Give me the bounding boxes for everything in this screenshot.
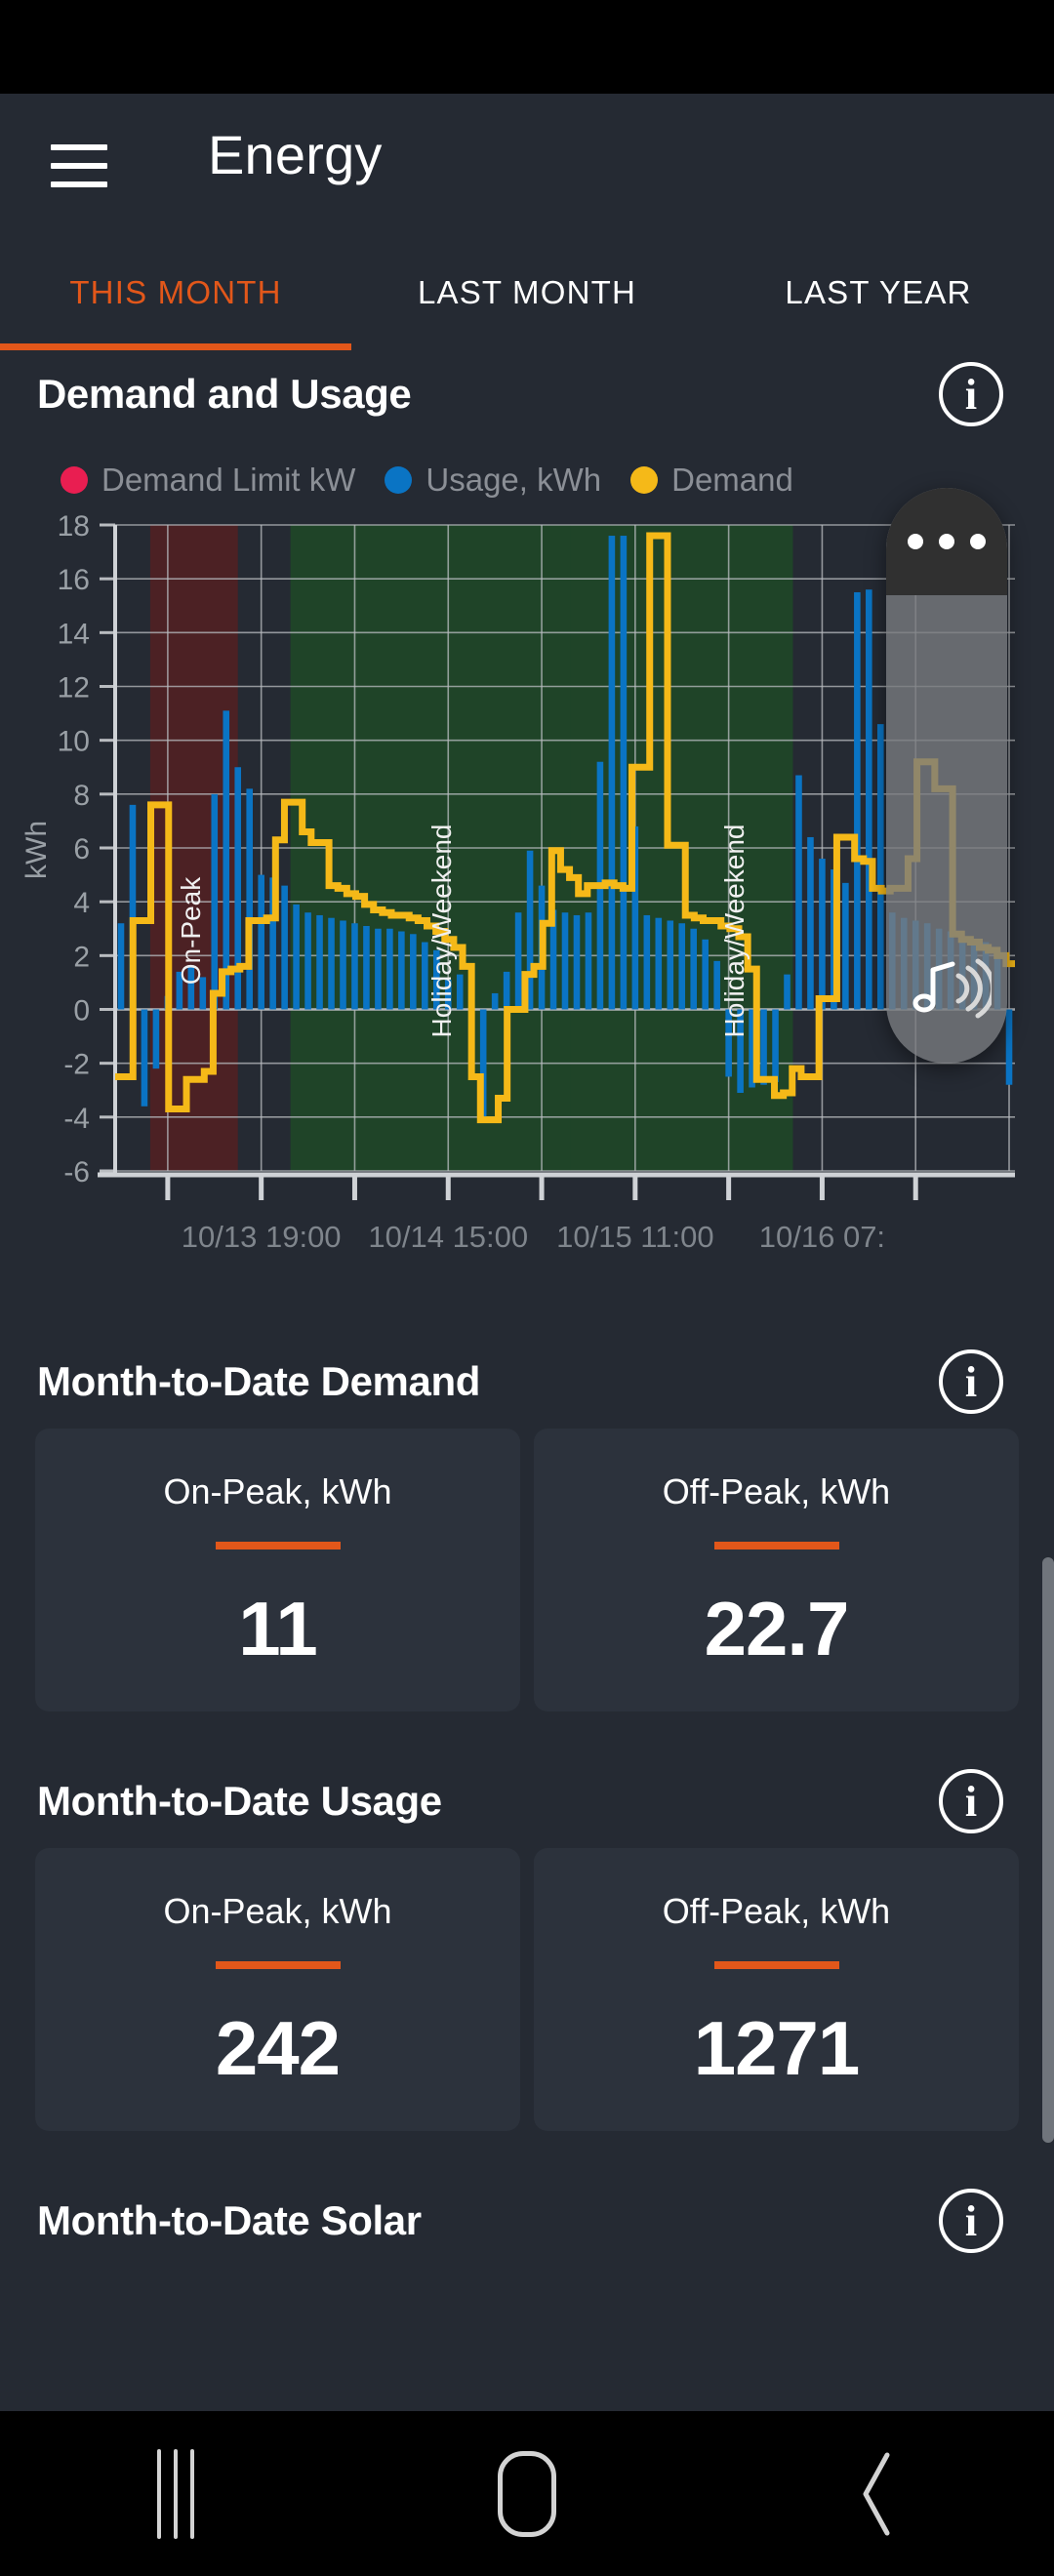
legend-label-demand: Demand (671, 462, 793, 498)
card-label: On-Peak, kWh (163, 1471, 392, 1511)
card-value: 242 (215, 2005, 341, 2091)
tab-this-month[interactable]: THIS MONTH (0, 238, 351, 347)
svg-text:18: 18 (58, 511, 90, 543)
mtd-usage-cards: On-Peak, kWh 242 Off-Peak, kWh 1271 (0, 1848, 1054, 2131)
svg-text:10/13 19:00: 10/13 19:00 (182, 1220, 342, 1254)
tab-bar: THIS MONTH LAST MONTH LAST YEAR (0, 238, 1054, 350)
info-icon-mtd-demand[interactable]: i (939, 1349, 1003, 1414)
svg-text:-2: -2 (63, 1049, 90, 1081)
svg-text:6: 6 (73, 833, 90, 865)
vertical-scrollbar[interactable] (1042, 1557, 1054, 2143)
card-value: 11 (238, 1586, 317, 1671)
legend-dot-usage (385, 466, 413, 494)
phone-screen: Energy THIS MONTH LAST MONTH LAST YEAR D… (0, 0, 1054, 2576)
svg-text:10/14 15:00: 10/14 15:00 (368, 1220, 528, 1254)
section-title: Demand and Usage (37, 371, 412, 417)
svg-text:2: 2 (73, 941, 90, 973)
tab-last-year[interactable]: LAST YEAR (703, 238, 1054, 347)
svg-text:8: 8 (73, 780, 90, 812)
legend-item-demand: Demand (630, 462, 793, 499)
home-icon[interactable] (429, 2440, 625, 2548)
card-label: Off-Peak, kWh (662, 1891, 891, 1931)
legend-dot-demand (630, 466, 659, 494)
legend-label-usage: Usage, kWh (426, 462, 602, 498)
card-label: Off-Peak, kWh (662, 1471, 891, 1511)
svg-text:14: 14 (58, 618, 90, 650)
info-icon-mtd-solar[interactable]: i (939, 2189, 1003, 2253)
legend-item-demand-limit: Demand Limit kW (61, 462, 355, 499)
music-note-volume-icon[interactable] (886, 945, 1007, 1032)
mtd-demand-cards: On-Peak, kWh 11 Off-Peak, kWh 22.7 (0, 1429, 1054, 1711)
svg-text:Holiday/Weekend: Holiday/Weekend (719, 825, 750, 1038)
floating-media-overlay[interactable] (886, 488, 1007, 1064)
section-title: Month-to-Date Usage (37, 1778, 442, 1824)
app-bar: Energy (0, 94, 1054, 238)
svg-text:Holiday/Weekend: Holiday/Weekend (426, 825, 457, 1038)
card-divider (713, 1542, 839, 1550)
svg-text:On-Peak: On-Peak (176, 876, 206, 985)
svg-text:4: 4 (73, 887, 90, 919)
card-divider (215, 1961, 341, 1969)
card-mtd-usage-on-peak[interactable]: On-Peak, kWh 242 (35, 1848, 520, 2131)
section-title: Month-to-Date Solar (37, 2197, 422, 2243)
svg-text:-6: -6 (63, 1156, 90, 1188)
back-icon[interactable] (781, 2440, 976, 2548)
legend-item-usage: Usage, kWh (385, 462, 601, 499)
android-nav-bar (0, 2411, 1054, 2576)
svg-text:0: 0 (73, 995, 90, 1027)
info-icon-mtd-usage[interactable]: i (939, 1769, 1003, 1833)
card-mtd-usage-off-peak[interactable]: Off-Peak, kWh 1271 (534, 1848, 1019, 2131)
card-divider (215, 1542, 341, 1550)
card-value: 1271 (693, 2005, 861, 2091)
recents-icon[interactable] (78, 2440, 273, 2548)
section-header-mtd-demand: Month-to-Date Demand i (0, 1335, 1054, 1429)
section-header-mtd-usage: Month-to-Date Usage i (0, 1754, 1054, 1848)
svg-text:12: 12 (58, 672, 90, 704)
hamburger-icon[interactable] (51, 144, 107, 187)
page-title: Energy (208, 124, 383, 185)
legend-label-demand-limit: Demand Limit kW (101, 462, 356, 498)
chart-legend: Demand Limit kW Usage, kWh Demand (0, 441, 1054, 511)
status-bar (0, 0, 1054, 94)
info-icon-demand-and-usage[interactable]: i (939, 362, 1003, 426)
card-mtd-demand-on-peak[interactable]: On-Peak, kWh 11 (35, 1429, 520, 1711)
section-header-demand-and-usage: Demand and Usage i (0, 347, 1054, 441)
card-mtd-demand-off-peak[interactable]: Off-Peak, kWh 22.7 (534, 1429, 1019, 1711)
legend-dot-demand-limit (61, 466, 88, 494)
section-title: Month-to-Date Demand (37, 1358, 480, 1404)
svg-text:10/15 11:00: 10/15 11:00 (556, 1220, 713, 1254)
svg-text:-4: -4 (63, 1103, 90, 1135)
section-header-mtd-solar: Month-to-Date Solar i (0, 2174, 1054, 2268)
card-value: 22.7 (704, 1586, 850, 1671)
card-divider (713, 1961, 839, 1969)
svg-text:10/16 07:: 10/16 07: (759, 1220, 885, 1254)
svg-text:16: 16 (58, 564, 90, 596)
app-container: Energy THIS MONTH LAST MONTH LAST YEAR D… (0, 94, 1054, 2411)
tab-last-month[interactable]: LAST MONTH (351, 238, 703, 347)
svg-text:10: 10 (58, 726, 90, 758)
card-label: On-Peak, kWh (163, 1891, 392, 1931)
